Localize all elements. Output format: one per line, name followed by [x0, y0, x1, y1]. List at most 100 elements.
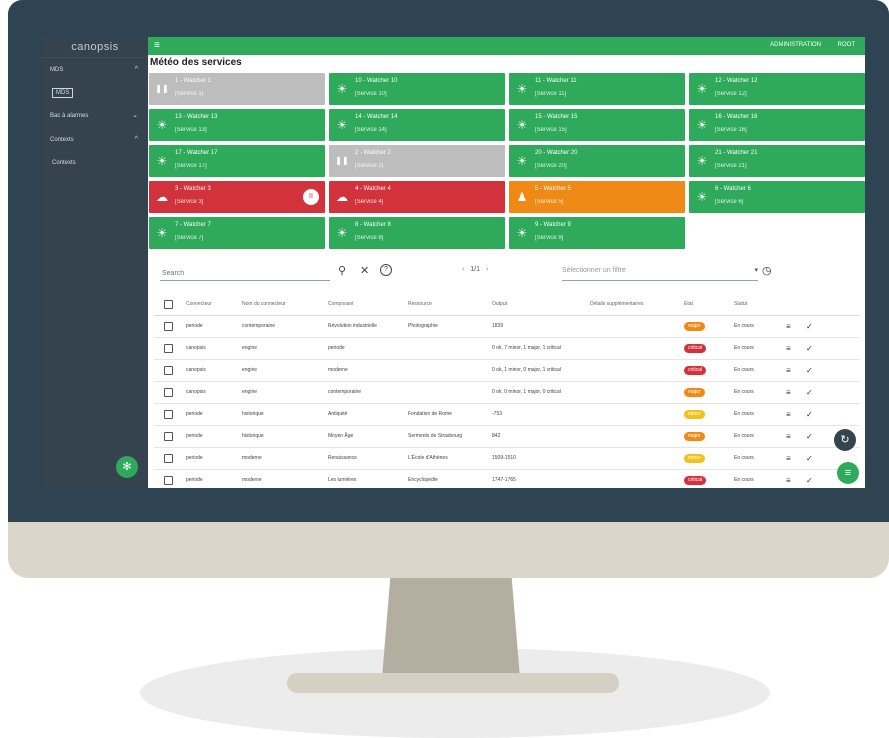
- weather-tile[interactable]: ☁ 4 - Watcher 4 [Service 4]: [329, 181, 505, 213]
- cell-connector: periode: [186, 323, 203, 329]
- sidebar-item-mds[interactable]: MDS ^: [42, 58, 148, 82]
- clear-icon[interactable]: ✕: [360, 264, 369, 277]
- table-row[interactable]: periode moderne Renaissance L'École d'Athèn…: [154, 448, 860, 470]
- pause-icon: ❚❚: [155, 84, 169, 93]
- search-icon[interactable]: ⚲: [338, 264, 346, 277]
- more-actions-icon[interactable]: ≡: [786, 470, 791, 488]
- ack-check-icon[interactable]: ✓: [806, 470, 813, 488]
- row-checkbox[interactable]: [164, 454, 173, 463]
- cell-connector-name: historique: [242, 433, 264, 439]
- weather-tile[interactable]: ❚❚ 2 - Watcher 2 [Service 2]: [329, 145, 505, 177]
- ack-check-icon[interactable]: ✓: [806, 448, 813, 469]
- weather-tile[interactable]: ❚❚ 1 - Watcher 1 [Service 1]: [149, 73, 325, 105]
- table-row[interactable]: canopsis engine moderne 0 ok, 1 minor, 0 ma…: [154, 360, 860, 382]
- user-menu[interactable]: ROOT: [838, 42, 855, 48]
- history-icon[interactable]: ◷: [762, 264, 772, 277]
- weather-tile[interactable]: ☁ 3 - Watcher 3 [Service 3] II: [149, 181, 325, 213]
- column-header[interactable]: Output: [492, 293, 507, 315]
- tile-service: [Service 14]: [355, 127, 387, 133]
- help-icon[interactable]: ?: [380, 264, 392, 276]
- more-actions-icon[interactable]: ≡: [786, 382, 791, 403]
- sidebar: canopsis MDS ^ MDS Bac à alarmes ⌄ Conte…: [42, 37, 148, 488]
- row-checkbox[interactable]: [164, 388, 173, 397]
- sidebar-subitem-mds[interactable]: MDS: [42, 82, 148, 104]
- column-header[interactable]: État: [684, 293, 693, 315]
- refresh-fab-button[interactable]: ↻: [834, 429, 856, 451]
- prev-page-button[interactable]: ‹: [462, 266, 464, 273]
- top-bar: ≡ ADMINISTRATION ROOT: [148, 37, 865, 55]
- row-checkbox[interactable]: [164, 432, 173, 441]
- more-actions-icon[interactable]: ≡: [786, 360, 791, 381]
- sun-icon: ☀: [336, 118, 348, 132]
- app-screen: canopsis MDS ^ MDS Bac à alarmes ⌄ Conte…: [42, 37, 865, 488]
- cell-status: En cours: [734, 389, 754, 395]
- table-row[interactable]: canopsis engine periode 0 ok, 7 minor, 1 ma…: [154, 338, 860, 360]
- ack-check-icon[interactable]: ✓: [806, 404, 813, 425]
- ack-check-icon[interactable]: ✓: [806, 426, 813, 447]
- logo[interactable]: canopsis: [42, 37, 148, 58]
- cell-resource: Fondation de Rome: [408, 411, 452, 417]
- weather-tile[interactable]: ☀ 21 - Watcher 21 [Service 21]: [689, 145, 865, 177]
- sun-icon: ☀: [696, 190, 708, 204]
- tile-name: 13 - Watcher 13: [175, 114, 218, 120]
- more-actions-icon[interactable]: ≡: [786, 404, 791, 425]
- column-header[interactable]: Statut: [734, 293, 747, 315]
- more-actions-icon[interactable]: ≡: [786, 316, 791, 337]
- cell-status: En cours: [734, 345, 754, 351]
- table-row[interactable]: periode contemporaine Révolution industrie…: [154, 316, 860, 338]
- weather-tile[interactable]: ☀ 10 - Watcher 10 [Service 10]: [329, 73, 505, 105]
- sidebar-subitem-contexts[interactable]: Contexts: [42, 152, 148, 174]
- table-row[interactable]: canopsis engine contemporaine 0 ok, 0 minor…: [154, 382, 860, 404]
- tile-service: [Service 17]: [175, 163, 207, 169]
- weather-tile[interactable]: ☀ 9 - Watcher 9 [Service 9]: [509, 217, 685, 249]
- weather-tile[interactable]: ☀ 13 - Watcher 13 [Service 13]: [149, 109, 325, 141]
- weather-tile[interactable]: ☀ 15 - Watcher 15 [Service 15]: [509, 109, 685, 141]
- weather-tile[interactable]: ☀ 16 - Watcher 16 [Service 16]: [689, 109, 865, 141]
- cell-connector-name: engine: [242, 367, 258, 373]
- settings-fab-button[interactable]: ✻: [116, 456, 138, 478]
- sun-icon: ☀: [156, 226, 168, 240]
- ack-check-icon[interactable]: ✓: [806, 338, 813, 359]
- search-input[interactable]: [160, 264, 324, 283]
- row-checkbox[interactable]: [164, 410, 173, 419]
- next-page-button[interactable]: ›: [486, 266, 488, 273]
- weather-tile[interactable]: ☀ 20 - Watcher 20 [Service 20]: [509, 145, 685, 177]
- row-checkbox[interactable]: [164, 476, 173, 485]
- weather-tile[interactable]: ☀ 14 - Watcher 14 [Service 14]: [329, 109, 505, 141]
- table-row[interactable]: periode historique Antiquité Fondation de R…: [154, 404, 860, 426]
- sidebar-item-contexts[interactable]: Contexts ^: [42, 128, 148, 152]
- column-header[interactable]: Ressource: [408, 293, 432, 315]
- ack-check-icon[interactable]: ✓: [806, 316, 813, 337]
- row-checkbox[interactable]: [164, 344, 173, 353]
- administration-menu[interactable]: ADMINISTRATION: [770, 42, 821, 48]
- pause-button[interactable]: II: [303, 189, 319, 205]
- column-header[interactable]: Nom du connecteur: [242, 293, 286, 315]
- weather-tile[interactable]: ☀ 17 - Watcher 17 [Service 17]: [149, 145, 325, 177]
- column-header[interactable]: Connecteur: [186, 293, 212, 315]
- column-header[interactable]: Détails supplémentaires: [590, 293, 643, 315]
- menu-fab-button[interactable]: ≡: [837, 462, 859, 484]
- ack-check-icon[interactable]: ✓: [806, 360, 813, 381]
- weather-tile[interactable]: ☀ 11 - Watcher 11 [Service 11]: [509, 73, 685, 105]
- table-row[interactable]: periode moderne Les lumières Encyclopédie 17…: [154, 470, 860, 488]
- table-row[interactable]: periode historique Moyen Âge Serments de St…: [154, 426, 860, 448]
- row-checkbox[interactable]: [164, 322, 173, 331]
- weather-tile[interactable]: ☀ 6 - Watcher 6 [Service 6]: [689, 181, 865, 213]
- weather-tile[interactable]: ☀ 7 - Watcher 7 [Service 7]: [149, 217, 325, 249]
- hamburger-menu-icon[interactable]: ≡: [154, 40, 160, 52]
- weather-tile[interactable]: ♟ 5 - Watcher 5 [Service 5]: [509, 181, 685, 213]
- weather-tile[interactable]: ☀ 12 - Watcher 12 [Service 12]: [689, 73, 865, 105]
- sidebar-item-bac-alarmes[interactable]: Bac à alarmes ⌄: [42, 104, 148, 128]
- tile-name: 11 - Watcher 11: [535, 78, 577, 84]
- sun-icon: ☀: [516, 154, 528, 168]
- column-header[interactable]: Composant: [328, 293, 354, 315]
- weather-tile[interactable]: ☀ 8 - Watcher 8 [Service 8]: [329, 217, 505, 249]
- row-checkbox[interactable]: [164, 366, 173, 375]
- more-actions-icon[interactable]: ≡: [786, 426, 791, 447]
- more-actions-icon[interactable]: ≡: [786, 448, 791, 469]
- filter-select[interactable]: Sélectionner un filtre ▾: [562, 262, 758, 281]
- select-all-checkbox[interactable]: [164, 300, 173, 309]
- cell-connector: periode: [186, 455, 203, 461]
- more-actions-icon[interactable]: ≡: [786, 338, 791, 359]
- ack-check-icon[interactable]: ✓: [806, 382, 813, 403]
